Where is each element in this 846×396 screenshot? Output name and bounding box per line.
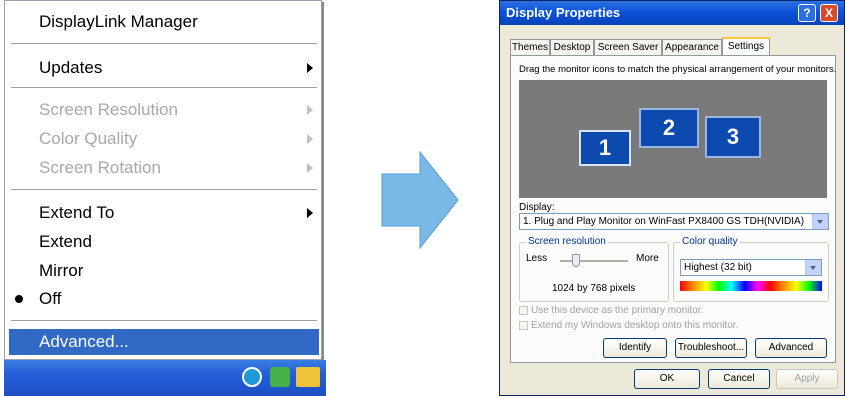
right-arrow-icon — [381, 150, 459, 250]
submenu-arrow-icon — [307, 163, 313, 173]
tab-label: Screen Saver — [597, 42, 659, 53]
chevron-down-icon[interactable] — [805, 260, 821, 275]
menu-item-label: Extend To — [39, 203, 115, 222]
tab-screen-saver[interactable]: Screen Saver — [594, 39, 662, 55]
display-select-value: 1. Plug and Play Monitor on WinFast PX84… — [523, 216, 805, 227]
menu-item-label: Off — [39, 289, 62, 308]
menu-item-label: Advanced... — [39, 332, 129, 351]
tab-settings[interactable]: Settings — [722, 37, 770, 56]
menu-item-color-quality: Color Quality — [9, 126, 319, 152]
menu-item-updates[interactable]: Updates — [9, 55, 319, 81]
menu-item-off[interactable]: Off — [9, 286, 319, 312]
menu-item-advanced[interactable]: Advanced... — [9, 329, 319, 355]
menu-separator — [11, 320, 317, 321]
button-label: OK — [659, 373, 675, 384]
help-button[interactable]: ? — [798, 4, 816, 22]
cancel-button[interactable]: Cancel — [708, 369, 770, 389]
tab-themes[interactable]: Themes — [510, 39, 550, 55]
troubleshoot-button[interactable]: Troubleshoot... — [675, 338, 747, 358]
network-tray-icon[interactable] — [270, 367, 290, 387]
resolution-slider-thumb[interactable] — [572, 254, 580, 267]
screen-resolution-legend: Screen resolution — [526, 236, 608, 247]
dialog-title: Display Properties — [506, 5, 621, 20]
menu-item-label: Screen Resolution — [39, 100, 178, 119]
ok-button[interactable]: OK — [634, 369, 700, 389]
resolution-value: 1024 by 768 pixels — [552, 283, 636, 294]
screen-resolution-group: Screen resolution Less More 1024 by 768 … — [519, 236, 669, 302]
monitor-arrangement-area: 1 2 3 — [519, 80, 827, 198]
tab-label: Desktop — [553, 42, 591, 53]
identify-button[interactable]: Identify — [603, 338, 667, 358]
color-quality-select[interactable]: Highest (32 bit) — [680, 259, 822, 276]
menu-separator — [11, 189, 317, 190]
submenu-arrow-icon — [307, 134, 313, 144]
menu-item-mirror[interactable]: Mirror — [9, 258, 319, 284]
displaylink-tray-icon[interactable] — [296, 367, 320, 387]
help-icon: ? — [803, 6, 811, 20]
menu-item-screen-resolution: Screen Resolution — [9, 97, 319, 123]
color-quality-value: Highest (32 bit) — [684, 262, 752, 273]
taskbar — [4, 360, 326, 396]
dialog-titlebar: Display Properties ? X — [500, 1, 844, 25]
monitor-1[interactable]: 1 — [579, 130, 631, 166]
close-button[interactable]: X — [820, 4, 838, 22]
apply-button[interactable]: Apply — [776, 369, 838, 389]
settings-panel: Drag the monitor icons to match the phys… — [510, 55, 836, 363]
menu-item-label: Color Quality — [39, 129, 138, 148]
button-label: Cancel — [723, 373, 755, 384]
menu-item-displaylink-manager[interactable]: DisplayLink Manager — [9, 9, 319, 35]
extend-desktop-checkbox[interactable] — [519, 321, 528, 330]
more-label: More — [636, 253, 659, 264]
tab-desktop[interactable]: Desktop — [550, 39, 594, 55]
color-spectrum-bar — [680, 281, 822, 291]
button-label: Identify — [618, 342, 652, 353]
display-select[interactable]: 1. Plug and Play Monitor on WinFast PX84… — [519, 213, 829, 230]
radio-bullet-icon — [15, 295, 23, 303]
monitor-3[interactable]: 3 — [705, 116, 761, 158]
tab-label: Appearance — [665, 42, 719, 53]
resolution-slider-track[interactable] — [560, 260, 628, 262]
menu-separator — [11, 43, 317, 44]
menu-item-label: Screen Rotation — [39, 158, 161, 177]
menu-item-label: Mirror — [39, 261, 84, 280]
menu-item-label: Updates — [39, 58, 103, 77]
button-label: Troubleshoot... — [677, 342, 745, 353]
button-label: Apply — [794, 373, 820, 384]
tab-label: Settings — [727, 41, 765, 52]
display-properties-dialog: Display Properties ? X Themes Desktop Sc… — [499, 0, 845, 396]
displaylink-context-menu: DisplayLink Manager Updates Screen Resol… — [4, 0, 326, 396]
submenu-arrow-icon — [307, 208, 313, 218]
tab-label: Themes — [511, 42, 549, 53]
submenu-arrow-icon — [307, 105, 313, 115]
menu-separator — [11, 87, 317, 88]
menu-item-extend[interactable]: Extend — [9, 229, 319, 255]
display-label: Display: — [519, 202, 555, 213]
button-label: Advanced — [768, 342, 814, 353]
close-icon: X — [824, 6, 833, 20]
tab-appearance[interactable]: Appearance — [662, 39, 722, 55]
color-quality-group: Color quality Highest (32 bit) — [673, 236, 829, 302]
advanced-button[interactable]: Advanced — [755, 338, 827, 358]
menu-item-label: DisplayLink Manager — [39, 12, 198, 31]
menu-panel: DisplayLink Manager Updates Screen Resol… — [4, 0, 322, 360]
monitor-2[interactable]: 2 — [639, 108, 699, 148]
primary-monitor-label: Use this device as the primary monitor. — [531, 305, 704, 316]
primary-monitor-checkbox[interactable] — [519, 306, 528, 315]
chevron-down-icon[interactable] — [812, 214, 828, 229]
less-label: Less — [526, 253, 548, 264]
monitor-number: 1 — [598, 135, 612, 160]
instruction-text: Drag the monitor icons to match the phys… — [519, 64, 837, 75]
submenu-arrow-icon — [307, 63, 313, 73]
extend-desktop-label: Extend my Windows desktop onto this moni… — [531, 320, 739, 331]
monitor-number: 2 — [662, 115, 676, 140]
color-quality-legend: Color quality — [680, 236, 740, 247]
menu-item-screen-rotation: Screen Rotation — [9, 155, 319, 181]
back-tray-icon[interactable] — [242, 367, 262, 387]
monitor-number: 3 — [726, 124, 740, 149]
menu-item-extend-to[interactable]: Extend To — [9, 200, 319, 226]
menu-item-label: Extend — [39, 232, 92, 251]
